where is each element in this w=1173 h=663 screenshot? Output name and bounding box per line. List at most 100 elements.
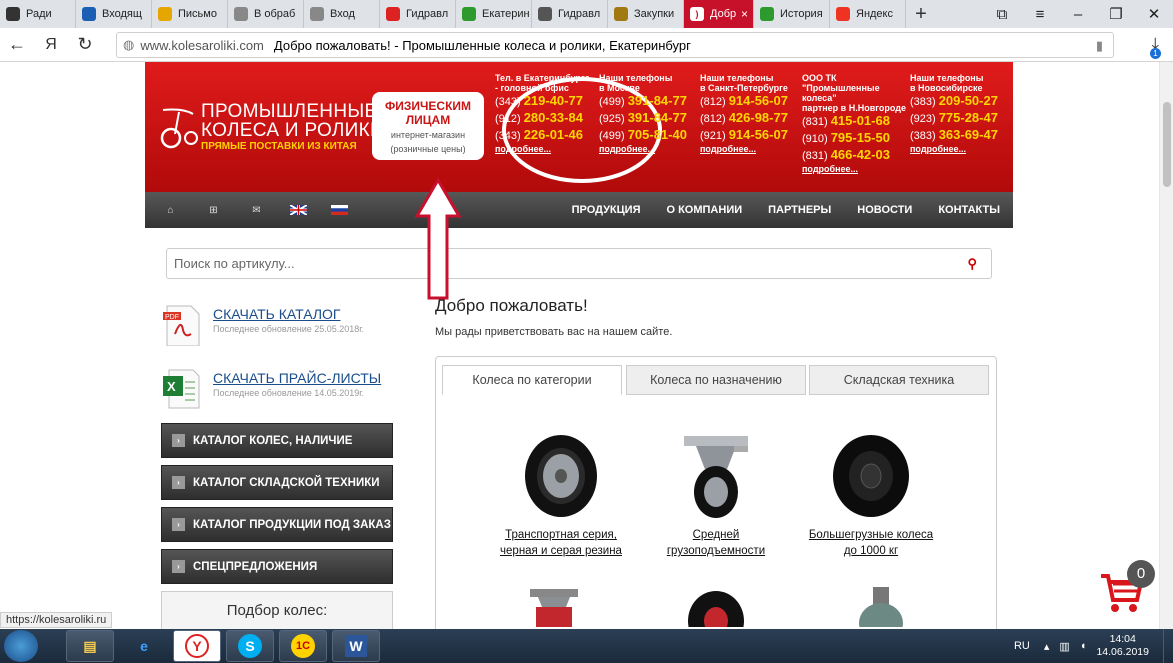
language-indicator[interactable]: RU [1014, 640, 1030, 652]
browser-tab[interactable]: Гидравл [380, 0, 456, 28]
nav-news[interactable]: НОВОСТИ [857, 204, 912, 216]
search-icon[interactable]: ⚲ [967, 256, 977, 272]
nav-about[interactable]: О КОМПАНИИ [666, 204, 742, 216]
phone-more-link[interactable]: подробнее... [700, 144, 788, 154]
phone-number[interactable]: (910) 795-15-50 [802, 130, 906, 147]
close-tab-icon[interactable]: × [741, 7, 748, 21]
product-medium-load[interactable]: Средней грузоподъемности [651, 432, 781, 559]
phone-column-label: Тел. в Екатеринбурге - головной офис [495, 73, 590, 93]
phone-number[interactable]: (499) 391-84-77 [599, 93, 687, 110]
phone-number[interactable]: (831) 415-01-68 [802, 113, 906, 130]
russian-flag-icon[interactable] [331, 205, 348, 215]
download-catalog-link[interactable]: СКАЧАТЬ КАТАЛОГ [213, 306, 364, 322]
tray-expand-icon[interactable]: ▴ [1044, 640, 1050, 653]
bookmark-icon[interactable]: ▮ [1096, 38, 1103, 54]
maximize-icon[interactable]: ❐ [1097, 0, 1135, 28]
show-desktop-button[interactable] [1163, 629, 1173, 663]
ie-taskbar-icon[interactable]: e [120, 630, 168, 662]
product-heavy-duty[interactable]: Большегрузные колеса до 1000 кг [806, 432, 936, 559]
phone-number[interactable]: (383) 363-69-47 [910, 127, 998, 144]
retail-customers-button[interactable]: ФИЗИЧЕСКИМ ЛИЦАМ интернет-магазин (розни… [372, 92, 484, 160]
catalog-wheels-button[interactable]: › КАТАЛОГ КОЛЕС, НАЛИЧИЕ [161, 423, 393, 458]
phone-digits: 415-01-68 [830, 113, 890, 128]
reload-icon[interactable]: ↻ [68, 34, 102, 55]
browser-tab[interactable]: История [754, 0, 830, 28]
phone-code: (921) [700, 130, 726, 142]
tab-favicon-icon: ) [690, 7, 704, 21]
vertical-scrollbar[interactable] [1159, 62, 1173, 629]
phone-more-link[interactable]: подробнее... [599, 144, 687, 154]
cart-count-badge: 0 [1127, 560, 1155, 588]
tab-wheels-by-purpose[interactable]: Колеса по назначению [626, 365, 806, 395]
browser-tab[interactable]: Гидравл [532, 0, 608, 28]
phone-more-link[interactable]: подробнее... [910, 144, 998, 154]
phone-digits: 280-33-84 [523, 110, 583, 125]
phone-more-link[interactable]: подробнее... [495, 144, 590, 154]
yandex-browser-taskbar-icon[interactable]: Y [173, 630, 221, 662]
network-icon[interactable]: ▥ [1059, 640, 1069, 653]
browser-tab[interactable]: Вход [304, 0, 380, 28]
volume-icon[interactable]: ◖ [1080, 640, 1087, 652]
browser-tab[interactable]: Ради [0, 0, 76, 28]
download-price-lists[interactable]: X СКАЧАТЬ ПРАЙС-ЛИСТЫ Последнее обновлен… [161, 368, 381, 410]
phone-number[interactable]: (921) 914-56-07 [700, 127, 788, 144]
browser-tab[interactable]: В обраб [228, 0, 304, 28]
tab-label: В обраб [254, 8, 296, 20]
nav-partners[interactable]: ПАРТНЕРЫ [768, 204, 831, 216]
tab-warehouse-equipment[interactable]: Складская техника [809, 365, 989, 395]
site-logo[interactable]: ПРОМЫШЛЕННЫЕ КОЛЕСА И РОЛИКИ ПРЯМЫЕ ПОСТ… [153, 102, 384, 152]
phone-number[interactable]: (812) 426-98-77 [700, 110, 788, 127]
browser-tab[interactable]: Закупки [608, 0, 684, 28]
tab-wheels-by-category[interactable]: Колеса по категории [442, 365, 622, 395]
phone-number[interactable]: (925) 391-84-77 [599, 110, 687, 127]
url-field[interactable]: ◍ www.kolesaroliki.com Добро пожаловать!… [116, 32, 1114, 58]
browser-tab[interactable]: ) Добр × [684, 0, 754, 28]
phone-digits: 391-84-77 [627, 93, 687, 108]
tab-list-icon[interactable]: ⧉ [983, 0, 1021, 28]
browser-tab[interactable]: Яндекс [830, 0, 906, 28]
phone-column: Наши телефоны в Санкт-Петербурге (812) 914… [700, 73, 788, 154]
minimize-icon[interactable]: – [1059, 0, 1097, 28]
phone-number[interactable]: (831) 466-42-03 [802, 147, 906, 164]
mail-icon[interactable]: ✉ [235, 205, 278, 216]
special-offers-button[interactable]: › СПЕЦПРЕДЛОЖЕНИЯ [161, 549, 393, 584]
nav-products[interactable]: ПРОДУКЦИЯ [572, 204, 641, 216]
wheel-image [525, 435, 597, 517]
phone-code: (812) [700, 113, 726, 125]
product-transport-series[interactable]: Транспортная серия, черная и серая резин… [496, 432, 626, 559]
close-window-icon[interactable]: ✕ [1135, 0, 1173, 28]
article-search-input[interactable]: Поиск по артикулу... ⚲ [166, 248, 992, 279]
word-taskbar-icon[interactable]: W [332, 630, 380, 662]
home-icon[interactable]: ⌂ [149, 205, 192, 216]
download-catalog[interactable]: PDF СКАЧАТЬ КАТАЛОГ Последнее обновление… [161, 304, 364, 346]
download-price-link[interactable]: СКАЧАТЬ ПРАЙС-ЛИСТЫ [213, 370, 381, 386]
browser-tab[interactable]: Екатерин [456, 0, 532, 28]
phone-number[interactable]: (383) 209-50-27 [910, 93, 998, 110]
yandex-logo-icon[interactable]: Я [34, 36, 68, 54]
phone-number[interactable]: (923) 775-28-47 [910, 110, 998, 127]
catalog-warehouse-button[interactable]: › КАТАЛОГ СКЛАДСКОЙ ТЕХНИКИ [161, 465, 393, 500]
new-tab-button[interactable]: + [906, 0, 936, 28]
phone-number[interactable]: (912) 280-33-84 [495, 110, 590, 127]
clock[interactable]: 14:04 14.06.2019 [1096, 633, 1149, 659]
phone-more-link[interactable]: подробнее... [802, 164, 906, 174]
nav-contacts[interactable]: КОНТАКТЫ [938, 204, 1000, 216]
browser-tab[interactable]: Входящ [76, 0, 152, 28]
phone-number[interactable]: (812) 914-56-07 [700, 93, 788, 110]
menu-icon[interactable]: ≡ [1021, 0, 1059, 28]
catalog-order-button[interactable]: › КАТАЛОГ ПРОДУКЦИИ ПОД ЗАКАЗ [161, 507, 393, 542]
explorer-taskbar-icon[interactable]: ▤ [66, 630, 114, 662]
phone-number[interactable]: (343) 219-40-77 [495, 93, 590, 110]
1c-taskbar-icon[interactable]: 1C [279, 630, 327, 662]
phone-column: ООО ТК "Промышленные колеса" партнер в Н… [802, 73, 906, 174]
phone-number[interactable]: (499) 705-81-40 [599, 127, 687, 144]
skype-taskbar-icon[interactable]: S [226, 630, 274, 662]
scrollbar-thumb[interactable] [1163, 102, 1171, 187]
start-button[interactable] [4, 630, 38, 662]
browser-tab[interactable]: Письмо [152, 0, 228, 28]
sitemap-icon[interactable]: ⊞ [192, 205, 235, 216]
phone-number[interactable]: (343) 226-01-46 [495, 127, 590, 144]
back-arrow-icon[interactable]: ← [0, 34, 34, 55]
english-flag-icon[interactable] [290, 205, 307, 215]
product-caption-2: до 1000 кг [843, 545, 899, 557]
